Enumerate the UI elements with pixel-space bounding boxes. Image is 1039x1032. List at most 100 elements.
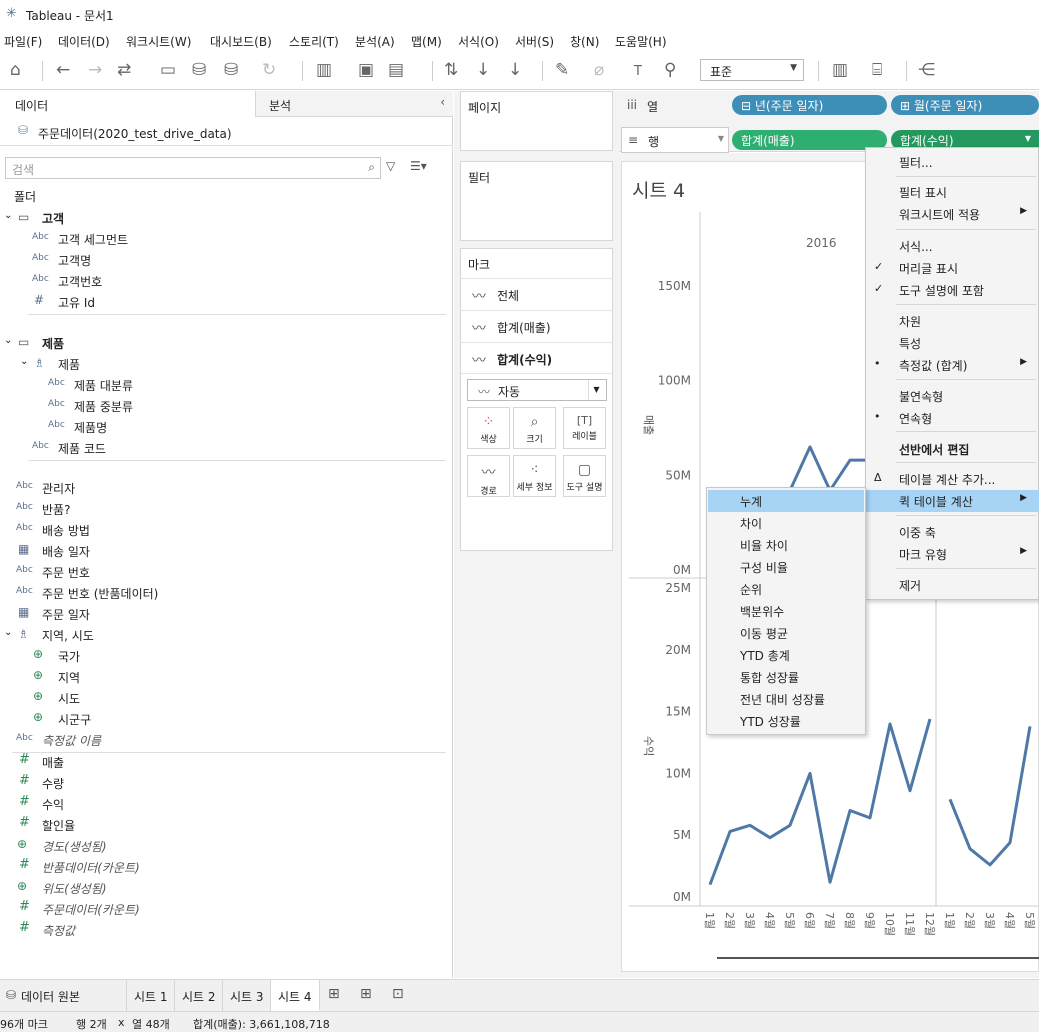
field-city[interactable]: ⊕ 시군구 (0, 709, 453, 729)
field-returned[interactable]: Abc 반품? (0, 499, 453, 519)
menu-item-filter[interactable]: 필터... (866, 151, 1039, 173)
highlight-icon[interactable]: ✎ (555, 61, 569, 79)
tab-data[interactable]: 데이터 (0, 91, 255, 117)
quick-calc-item[interactable]: 순위 (708, 578, 864, 600)
quick-calc-item[interactable]: YTD 총계 (708, 644, 864, 666)
menu-item-discrete[interactable]: 불연속형 (866, 385, 1039, 407)
field-order-id[interactable]: Abc 주문 번호 (0, 562, 453, 582)
tab-sheet3[interactable]: 시트 3 (223, 980, 271, 1011)
share-icon[interactable]: ⋲ (918, 61, 935, 79)
field-order-id-returns[interactable]: Abc 주문 번호 (반품데이터) (0, 583, 453, 603)
collapse-icon[interactable]: ‹ (440, 95, 445, 109)
quick-calc-item[interactable]: 누계 (708, 490, 864, 512)
field-quantity[interactable]: # 수량 (0, 773, 453, 793)
quick-calc-item[interactable]: YTD 성장률 (708, 710, 864, 732)
new-datasource-icon[interactable]: ⛁ (192, 61, 206, 79)
field-country[interactable]: ⊕ 국가 (0, 646, 453, 666)
replay-icon[interactable]: ⇄ (117, 61, 131, 79)
menu-item-measure-sum[interactable]: • 측정값 (합계) ▶ (866, 354, 1039, 376)
pages-card[interactable]: 페이지 (460, 91, 613, 151)
pill-month-order-date[interactable]: ⊞ 월(주문 일자) (891, 95, 1039, 115)
save-icon[interactable]: ▭ (160, 61, 176, 79)
field-orders-count[interactable]: # 주문데이터(카운트) (0, 899, 453, 919)
menu-item-mark-type[interactable]: 마크 유형 ▶ (866, 543, 1039, 565)
menu-item-continuous[interactable]: • 연속형 (866, 407, 1039, 429)
marks-sales[interactable]: 〰 합계(매출) (461, 310, 613, 342)
tooltip-button[interactable]: ▢ 도구 설명 (563, 455, 606, 497)
menu-item-add-table-calc[interactable]: Δ 테이블 계산 추가... (866, 468, 1039, 490)
field-customer-name[interactable]: Abc 고객명 (0, 250, 453, 270)
refresh-icon[interactable]: ↻ (262, 61, 276, 79)
size-button[interactable]: ⌕ 크기 (513, 407, 556, 449)
field-province[interactable]: ⊕ 시도 (0, 688, 453, 708)
datasource-row[interactable]: ⛁ 주문데이터(2020_test_drive_data) (0, 118, 453, 146)
menu-data[interactable]: 데이터(D) (58, 33, 110, 50)
pill-year-order-date[interactable]: ⊟ 년(주문 일자) (732, 95, 887, 115)
menu-item-dual-axis[interactable]: 이중 축 (866, 521, 1039, 543)
field-sales[interactable]: # 매출 (0, 752, 453, 772)
menu-file[interactable]: 파일(F) (4, 33, 42, 50)
menu-window[interactable]: 창(N) (570, 33, 599, 50)
color-button[interactable]: ⁘ 색상 (467, 407, 510, 449)
quick-calc-item[interactable]: 백분위수 (708, 600, 864, 622)
fix-axes-icon[interactable]: ⚲ (664, 61, 676, 79)
folder-customer[interactable]: ⌄ ▭ 고객 (0, 208, 453, 228)
quick-calc-item[interactable]: 비율 차이 (708, 534, 864, 556)
field-measure-values[interactable]: # 측정값 (0, 920, 453, 940)
menu-item-quick-table-calc[interactable]: 퀵 테이블 계산 ▶ (866, 490, 1039, 512)
search-input[interactable]: 검색 ⌕ (5, 157, 381, 179)
show-me-icon[interactable]: ▥ (832, 61, 848, 79)
field-product-code[interactable]: Abc 제품 코드 (0, 438, 453, 458)
field-ship-mode[interactable]: Abc 배송 방법 (0, 520, 453, 540)
menu-item-show-filter[interactable]: 필터 표시 (866, 181, 1039, 203)
field-unique-id[interactable]: # 고유 Id (0, 292, 453, 312)
quick-calc-item[interactable]: 이동 평균 (708, 622, 864, 644)
field-returns-count[interactable]: # 반품데이터(카운트) (0, 857, 453, 877)
tab-sheet1[interactable]: 시트 1 (127, 980, 175, 1011)
show-labels-icon[interactable]: T (634, 63, 642, 81)
field-latitude[interactable]: ⊕ 위도(생성됨) (0, 878, 453, 898)
marks-profit[interactable]: 〰 합계(수익) (461, 342, 613, 374)
new-dashboard-icon[interactable]: ⊞ (360, 986, 372, 1002)
hierarchy-product[interactable]: ⌄ ♗ 제품 (0, 354, 453, 374)
field-discount[interactable]: # 할인율 (0, 815, 453, 835)
filter-icon[interactable]: ▽ (386, 159, 395, 173)
field-order-date[interactable]: ▦ 주문 일자 (0, 604, 453, 624)
hierarchy-region[interactable]: ⌄ ♗ 지역, 시도 (0, 625, 453, 645)
quick-calc-item[interactable]: 구성 비율 (708, 556, 864, 578)
marks-all[interactable]: 〰 전체 (461, 278, 613, 310)
menu-story[interactable]: 스토리(T) (289, 33, 339, 50)
quick-calc-item[interactable]: 차이 (708, 512, 864, 534)
menu-help[interactable]: 도움말(H) (615, 33, 667, 50)
new-story-icon[interactable]: ⊡ (392, 986, 404, 1002)
field-ship-date[interactable]: ▦ 배송 일자 (0, 541, 453, 561)
menu-item-remove[interactable]: 제거 (866, 574, 1039, 596)
field-product-category[interactable]: Abc 제품 대분류 (0, 375, 453, 395)
menu-item-format[interactable]: 서식... (866, 235, 1039, 257)
new-worksheet-icon[interactable]: ⊞ (328, 986, 340, 1002)
menu-format[interactable]: 서식(O) (458, 33, 499, 50)
menu-item-apply-to-worksheets[interactable]: 워크시트에 적용 ▶ (866, 203, 1039, 225)
field-manager[interactable]: Abc 관리자 (0, 478, 453, 498)
redo-icon[interactable]: → (88, 61, 102, 79)
home-icon[interactable]: ⌂ (10, 61, 21, 79)
fit-select[interactable]: 표준 ▼ (700, 59, 804, 81)
filters-card[interactable]: 필터 (460, 161, 613, 241)
tab-analysis[interactable]: 분석 ‹ (255, 91, 453, 117)
tab-sheet2[interactable]: 시트 2 (175, 980, 223, 1011)
pause-updates-icon[interactable]: ⛁ (224, 61, 238, 79)
field-product-subcategory[interactable]: Abc 제품 중분류 (0, 396, 453, 416)
clear-sheet-icon[interactable]: ▤ (388, 61, 404, 79)
quick-calc-item[interactable]: 통합 성장률 (708, 666, 864, 688)
menu-item-show-header[interactable]: ✓ 머리글 표시 (866, 257, 1039, 279)
menu-server[interactable]: 서버(S) (515, 33, 554, 50)
field-longitude[interactable]: ⊕ 경도(생성됨) (0, 836, 453, 856)
menu-map[interactable]: 맵(M) (411, 33, 442, 50)
group-members-icon[interactable]: ⌀ (594, 61, 604, 79)
menu-worksheet[interactable]: 워크시트(W) (126, 33, 191, 50)
presentation-mode-icon[interactable]: ⌸ (872, 61, 882, 79)
path-button[interactable]: 〰 경로 (467, 455, 510, 497)
undo-icon[interactable]: ← (56, 61, 70, 79)
swap-rows-cols-icon[interactable]: ⇅ (444, 61, 458, 79)
new-worksheet-icon[interactable]: ▥ (316, 61, 332, 79)
